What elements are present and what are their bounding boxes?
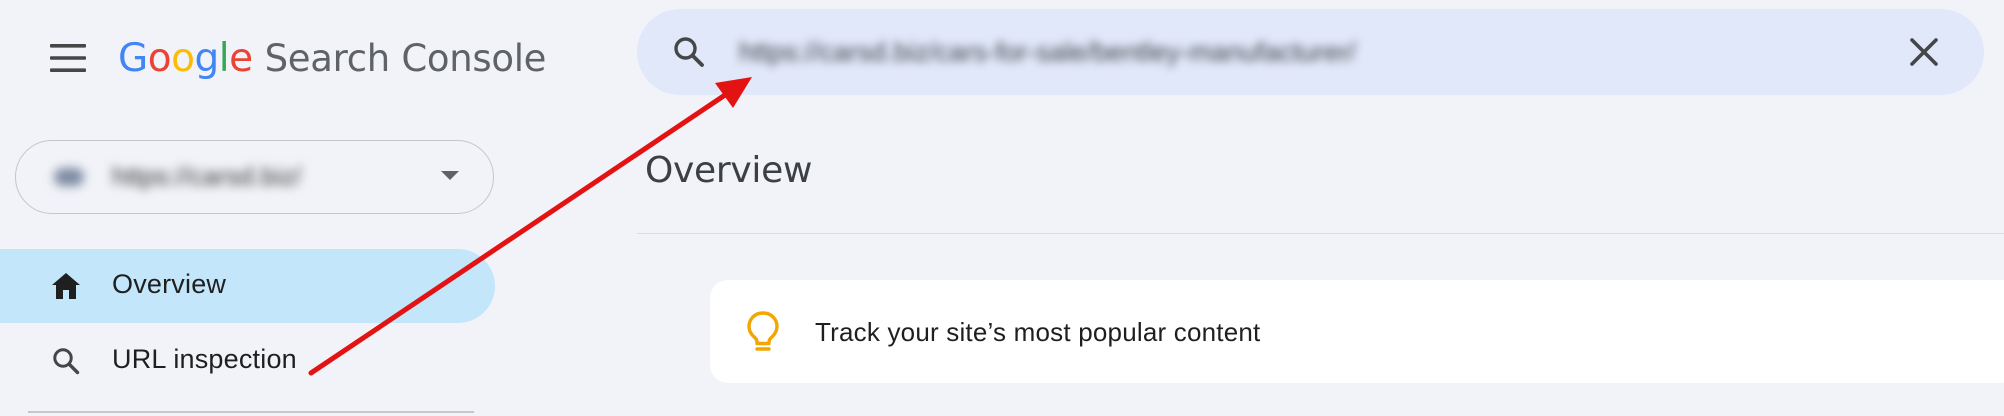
- url-inspection-search-bar[interactable]: [637, 9, 1984, 95]
- logo-letter: G: [118, 35, 148, 81]
- sidebar-divider: [28, 411, 474, 413]
- search-icon: [53, 348, 80, 375]
- title-divider: [637, 233, 2004, 234]
- property-selector[interactable]: https://carsd.biz/: [15, 140, 494, 214]
- hamburger-menu-icon[interactable]: [44, 34, 92, 82]
- logo-letter: e: [229, 35, 253, 81]
- logo-letter: o: [147, 35, 172, 81]
- sidebar-item-overview[interactable]: Overview: [0, 249, 495, 323]
- sidebar-item-url-inspection[interactable]: URL inspection: [0, 324, 495, 398]
- tip-card[interactable]: Track your site’s most popular content: [710, 280, 2004, 383]
- sidebar-item-label: URL inspection: [112, 344, 297, 374]
- logo-letter: g: [194, 35, 219, 81]
- main-menu-button[interactable]: [44, 34, 92, 82]
- lightbulb-icon: [747, 311, 779, 351]
- clear-search-button[interactable]: [1904, 32, 1944, 72]
- page-title: Overview: [645, 150, 813, 191]
- tip-text: Track your site’s most popular content: [815, 317, 1261, 347]
- sidebar-item-label: Overview: [112, 269, 227, 299]
- product-name: Search Console: [264, 36, 547, 80]
- logo-letter: l: [218, 35, 230, 81]
- google-wordmark: Google: [118, 36, 253, 81]
- search-input[interactable]: [739, 31, 1839, 73]
- caret-down-icon[interactable]: [441, 171, 459, 180]
- property-favicon: [54, 168, 84, 186]
- close-icon[interactable]: [1904, 32, 1944, 72]
- logo-letter: o: [171, 35, 195, 81]
- search-console-logo[interactable]: Google Search Console: [118, 30, 546, 86]
- property-name: https://carsd.biz/: [112, 161, 302, 191]
- home-icon: [52, 273, 80, 299]
- search-icon[interactable]: [671, 34, 707, 70]
